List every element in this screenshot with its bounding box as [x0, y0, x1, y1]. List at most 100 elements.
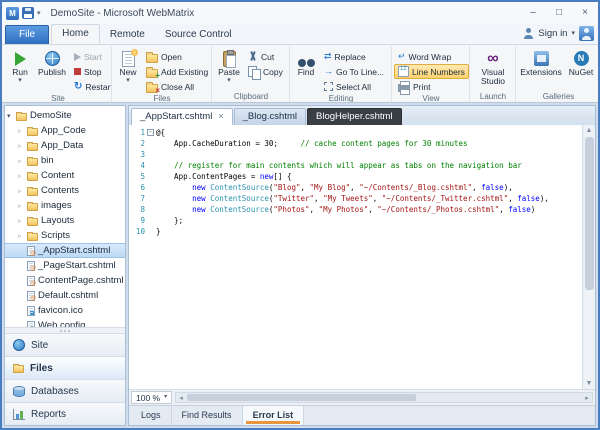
expand-arrow-icon[interactable]: ▹ — [18, 142, 27, 150]
scroll-up-icon[interactable]: ▲ — [586, 125, 593, 136]
expand-arrow-icon[interactable]: ▹ — [18, 157, 27, 165]
nuget-button[interactable]: N NuGet — [564, 47, 598, 92]
expand-arrow-icon[interactable]: ▹ — [18, 202, 27, 210]
tree-item[interactable]: ▹App_Code — [5, 123, 125, 138]
select-all-button[interactable]: Select All — [320, 79, 388, 94]
close-all-button[interactable]: × Close All — [142, 79, 212, 94]
tree-item[interactable]: ▹bin — [5, 153, 125, 168]
visual-studio-button[interactable]: ∞ Visual Studio — [472, 47, 514, 92]
editor-panel: _AppStart.cshtml × _Blog.cshtml BlogHelp… — [128, 105, 596, 426]
vertical-scroll-thumb[interactable] — [585, 137, 594, 290]
tab-logs[interactable]: Logs — [131, 406, 172, 425]
folder-icon — [27, 158, 38, 166]
fold-marker-icon[interactable]: - — [147, 127, 156, 138]
line-numbers-button[interactable]: 12 Line Numbers — [394, 64, 469, 79]
tree-item[interactable]: Default.cshtml — [5, 288, 125, 303]
reports-workspace-icon — [13, 409, 25, 420]
tab-find-results[interactable]: Find Results — [172, 406, 243, 425]
code-line[interactable]: 10} — [129, 226, 582, 237]
code-line[interactable]: 9 }; — [129, 215, 582, 226]
tree-item[interactable]: ▹Content — [5, 168, 125, 183]
maximize-button[interactable]: □ — [546, 4, 572, 22]
minimize-button[interactable]: – — [520, 4, 546, 22]
paste-button[interactable]: Paste ▾ — [214, 47, 244, 92]
expand-arrow-icon[interactable]: ▹ — [18, 172, 27, 180]
expand-arrow-icon[interactable]: ▾ — [7, 112, 16, 120]
tree-item[interactable]: Web.config — [5, 318, 125, 327]
folder-icon — [27, 218, 38, 226]
stop-button[interactable]: Stop — [70, 64, 112, 79]
horizontal-scroll-thumb[interactable] — [187, 394, 416, 401]
horizontal-scrollbar[interactable]: ◂ ▸ — [175, 392, 593, 403]
tab-remote[interactable]: Remote — [100, 26, 155, 44]
workspace-files-button[interactable]: Files — [5, 356, 125, 379]
nuget-label: NuGet — [569, 68, 594, 77]
workspace-reports-button[interactable]: Reports — [5, 402, 125, 425]
tree-item[interactable]: favicon.ico — [5, 303, 125, 318]
find-button[interactable]: Find — [292, 47, 320, 94]
tree-item[interactable]: ▾DemoSite — [5, 108, 125, 123]
expand-arrow-icon[interactable]: ▹ — [18, 232, 27, 240]
tab-source-control[interactable]: Source Control — [155, 26, 242, 44]
run-button[interactable]: Run ▾ — [6, 47, 34, 94]
code-line[interactable]: 7 new ContentSource("Twitter", "My Tweet… — [129, 193, 582, 204]
tree-item[interactable]: ▹images — [5, 198, 125, 213]
folder-icon — [27, 173, 38, 181]
code-line[interactable]: 1-@{ — [129, 127, 582, 138]
scroll-down-icon[interactable]: ▼ — [586, 378, 593, 389]
publish-button[interactable]: Publish — [34, 47, 70, 94]
tree-item[interactable]: _AppStart.cshtml — [5, 243, 125, 258]
scroll-right-icon[interactable]: ▸ — [582, 394, 592, 402]
tab-file[interactable]: File — [5, 25, 49, 44]
scroll-left-icon[interactable]: ◂ — [176, 394, 186, 402]
open-button[interactable]: Open — [142, 49, 212, 64]
tab-error-list[interactable]: Error List — [243, 406, 305, 425]
code-line[interactable]: 5 App.ContentPages = new[] { — [129, 171, 582, 182]
doc-tab-appstart[interactable]: _AppStart.cshtml × — [131, 108, 233, 125]
expand-arrow-icon[interactable]: ▹ — [18, 127, 27, 135]
close-tab-icon[interactable]: × — [218, 112, 223, 121]
expand-arrow-icon[interactable]: ▹ — [18, 187, 27, 195]
qat-dropdown-icon[interactable]: ▾ — [37, 9, 41, 17]
go-to-line-button[interactable]: → Go To Line... — [320, 64, 388, 79]
code-line[interactable]: 3 — [129, 149, 582, 160]
workspace-databases-button[interactable]: Databases — [5, 379, 125, 402]
add-existing-button[interactable]: + Add Existing — [142, 64, 212, 79]
tree-item[interactable]: ▹Contents — [5, 183, 125, 198]
line-number: 1 — [129, 127, 145, 138]
tree-item[interactable]: ContentPage.cshtml — [5, 273, 125, 288]
print-button[interactable]: Print — [394, 79, 469, 94]
replace-button[interactable]: ⇄ Replace — [320, 49, 388, 64]
webmatrix-app-icon[interactable]: M — [6, 7, 19, 20]
tree-item[interactable]: _PageStart.cshtml — [5, 258, 125, 273]
copy-button[interactable]: Copy — [244, 64, 287, 79]
sign-in-button[interactable]: Sign in ▾ — [523, 26, 598, 44]
close-button[interactable]: × — [572, 4, 598, 22]
restart-icon: ↻ — [74, 82, 82, 92]
file-icon — [27, 321, 35, 328]
account-avatar[interactable] — [579, 26, 594, 41]
tree-item[interactable]: ▹Layouts — [5, 213, 125, 228]
tab-home[interactable]: Home — [51, 24, 100, 44]
doc-tab-blog[interactable]: _Blog.cshtml — [234, 108, 306, 125]
zoom-control[interactable]: 100 % ▾ — [131, 391, 172, 404]
code-line[interactable]: 2 App.CacheDuration = 30; // cache conte… — [129, 138, 582, 149]
cut-button[interactable]: Cut — [244, 49, 287, 64]
code-line[interactable]: 8 new ContentSource("Photos", "My Photos… — [129, 204, 582, 215]
workspace-site-button[interactable]: Site — [5, 333, 125, 356]
restart-button[interactable]: ↻ Restart — [70, 79, 112, 94]
doc-tab-bloghelper[interactable]: BlogHelper.cshtml — [307, 108, 402, 125]
word-wrap-button[interactable]: ↵ Word Wrap — [394, 49, 469, 64]
paste-dropdown-icon: ▾ — [227, 77, 231, 84]
close-all-label: Close All — [161, 82, 194, 92]
code-line[interactable]: 4 // register for main contents which wi… — [129, 160, 582, 171]
vertical-scrollbar[interactable]: ▲ ▼ — [582, 125, 595, 389]
expand-arrow-icon[interactable]: ▹ — [18, 217, 27, 225]
code-line[interactable]: 6 new ContentSource("Blog", "My Blog", "… — [129, 182, 582, 193]
save-icon[interactable] — [22, 7, 34, 19]
new-button[interactable]: New ▾ — [114, 47, 142, 94]
extensions-button[interactable]: Extensions — [518, 47, 564, 92]
code-lines[interactable]: 1-@{2 App.CacheDuration = 30; // cache c… — [129, 125, 582, 389]
tree-item[interactable]: ▹App_Data — [5, 138, 125, 153]
tree-item[interactable]: ▹Scripts — [5, 228, 125, 243]
